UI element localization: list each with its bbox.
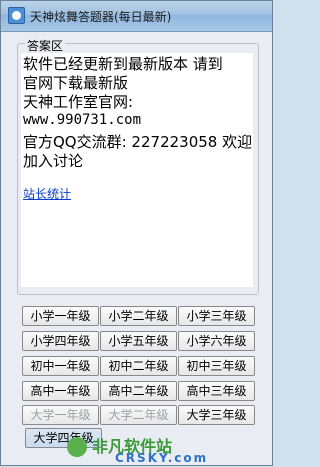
answer-line-url: www.990731.com: [23, 112, 142, 128]
app-window: 天神炫舞答题器(每日最新) 答案区 软件已经更新到最新版本 请到 官网下载最新版…: [0, 0, 273, 466]
grade-button[interactable]: 小学五年级: [100, 331, 177, 351]
grade-button[interactable]: 大学三年级: [178, 405, 255, 425]
grade-button[interactable]: 初中二年级: [100, 356, 177, 376]
grade-button[interactable]: 小学三年级: [178, 306, 255, 326]
answer-line: 软件已经更新到最新版本 请到: [23, 55, 223, 73]
grade-button[interactable]: 小学六年级: [178, 331, 255, 351]
watermark-text: 非凡软件站: [92, 437, 173, 456]
site-stats-link[interactable]: 站长统计: [23, 185, 71, 202]
answer-line: 官网下载最新版: [23, 74, 129, 92]
grade-button[interactable]: 大学一年级: [22, 405, 99, 425]
app-icon: [8, 7, 25, 24]
answer-line: 官方QQ交流群: 227223058 欢迎: [23, 133, 253, 151]
answer-line: 天神工作室官网:: [23, 93, 134, 111]
grade-button[interactable]: 小学四年级: [22, 331, 99, 351]
grade-button[interactable]: 大学四年级: [25, 428, 102, 448]
answer-area-label: 答案区: [25, 37, 66, 54]
title-bar[interactable]: 天神炫舞答题器(每日最新): [1, 1, 272, 32]
grade-button[interactable]: 大学二年级: [100, 405, 177, 425]
grade-button[interactable]: 初中一年级: [22, 356, 99, 376]
answer-textbox[interactable]: 软件已经更新到最新版本 请到 官网下载最新版 天神工作室官网: www.9907…: [21, 53, 253, 287]
grade-button[interactable]: 初中三年级: [178, 356, 255, 376]
grade-button[interactable]: 高中三年级: [178, 381, 255, 401]
grade-button[interactable]: 高中一年级: [22, 381, 99, 401]
grade-button[interactable]: 小学二年级: [100, 306, 177, 326]
grade-button[interactable]: 高中二年级: [100, 381, 177, 401]
grade-button[interactable]: 小学一年级: [22, 306, 99, 326]
window-title: 天神炫舞答题器(每日最新): [30, 10, 172, 24]
answer-line: 加入讨论: [23, 152, 84, 170]
watermark-domain: CRSKY.com: [115, 451, 209, 465]
